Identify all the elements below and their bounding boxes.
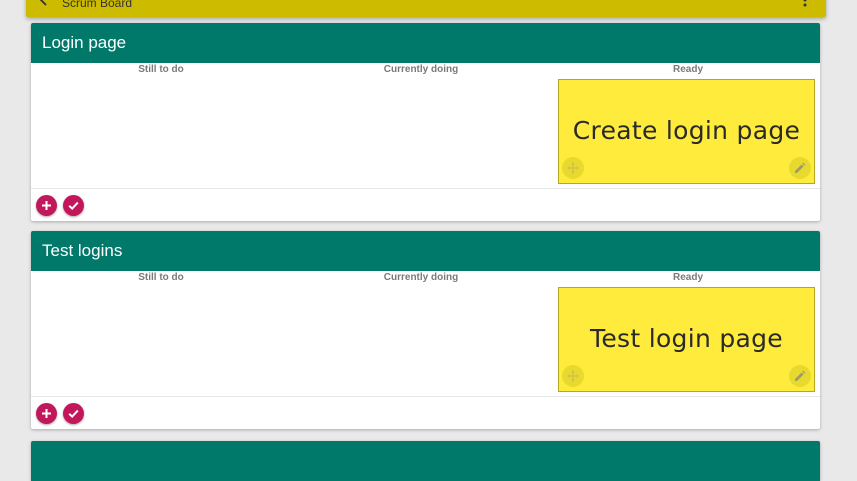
column-label: Still to do	[138, 64, 184, 75]
column-currently-doing: Currently doing	[291, 271, 551, 396]
sticky-note[interactable]: Test login page	[558, 287, 815, 392]
plus-icon	[42, 201, 51, 210]
complete-story-button[interactable]	[63, 403, 84, 424]
check-icon	[68, 409, 79, 419]
app-bar: Scrum Board	[26, 0, 826, 17]
story-card: Test logins Still to do Currently doing …	[31, 231, 820, 429]
column-label: Still to do	[138, 272, 184, 283]
more-vert-icon[interactable]	[802, 0, 808, 8]
note-text: Create login page	[572, 116, 801, 145]
story-title: Login page	[31, 23, 820, 63]
back-arrow-icon[interactable]	[36, 0, 52, 8]
sticky-note[interactable]: Create login page	[558, 79, 815, 184]
note-text: Test login page	[590, 324, 783, 353]
edit-icon[interactable]	[789, 365, 811, 387]
story-title	[31, 441, 820, 481]
column-still-to-do: Still to do	[31, 271, 291, 396]
story-actions	[31, 397, 820, 429]
column-label: Currently doing	[383, 272, 459, 283]
column-still-to-do: Still to do	[31, 63, 291, 188]
app-title: Scrum Board	[62, 0, 133, 10]
story-columns: Still to do Currently doing Ready Test l…	[31, 271, 820, 397]
column-ready: Ready Create login page	[558, 63, 818, 188]
column-currently-doing: Currently doing	[291, 63, 551, 188]
story-actions	[31, 189, 820, 221]
complete-story-button[interactable]	[63, 195, 84, 216]
edit-icon[interactable]	[789, 157, 811, 179]
story-columns: Still to do Currently doing Ready Create…	[31, 63, 820, 189]
add-task-button[interactable]	[36, 195, 57, 216]
column-label: Ready	[672, 64, 703, 75]
plus-icon	[42, 409, 51, 418]
column-label: Ready	[672, 272, 703, 283]
story-card: Login page Still to do Currently doing R…	[31, 23, 820, 221]
move-icon[interactable]	[562, 365, 584, 387]
story-title: Test logins	[31, 231, 820, 271]
move-icon[interactable]	[562, 157, 584, 179]
check-icon	[68, 201, 79, 211]
add-task-button[interactable]	[36, 403, 57, 424]
story-card	[31, 441, 820, 481]
column-label: Currently doing	[383, 64, 459, 75]
column-ready: Ready Test login page	[558, 271, 818, 396]
